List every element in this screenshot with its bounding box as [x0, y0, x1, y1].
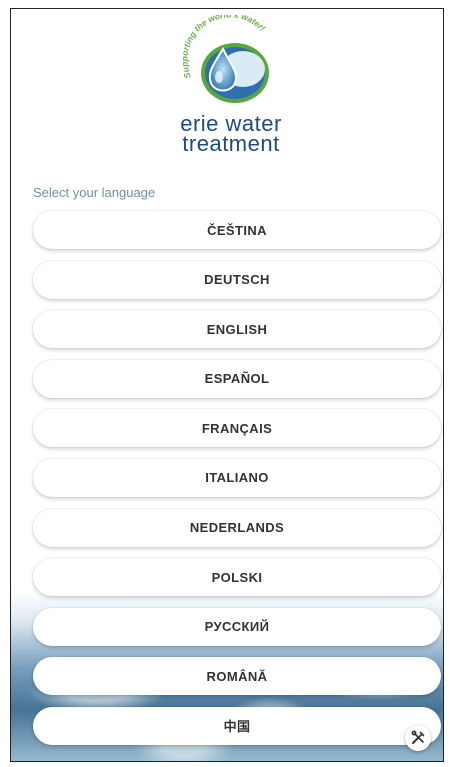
language-label: ČEŠTINA [207, 222, 267, 238]
language-label: ENGLISH [206, 321, 268, 337]
language-label: POLSKI [211, 569, 263, 585]
language-label: ROMÂNĂ [206, 668, 268, 684]
language-button-nederlands[interactable]: NEDERLANDS [33, 508, 441, 547]
tools-icon [411, 730, 425, 744]
language-label: DEUTSCH [204, 272, 270, 288]
tools-button[interactable] [405, 725, 431, 751]
language-button-romana[interactable]: ROMÂNĂ [33, 657, 441, 696]
language-label: 中国 [223, 719, 251, 735]
language-button-polski[interactable]: POLSKI [33, 558, 441, 597]
language-button-francais[interactable]: FRANÇAIS [33, 409, 441, 448]
language-label: NEDERLANDS [189, 520, 285, 536]
language-button-english[interactable]: ENGLISH [33, 310, 441, 349]
language-list: ČEŠTINA DEUTSCH ENGLISH ESPAÑOL FRANÇAIS… [33, 211, 441, 757]
language-button-deutsch[interactable]: DEUTSCH [33, 260, 441, 299]
language-label: РУССКИЙ [204, 619, 270, 635]
brand-name-line2: treatment [182, 131, 280, 156]
language-button-russkiy[interactable]: РУССКИЙ [33, 607, 441, 646]
language-label: ITALIANO [205, 470, 269, 486]
water-drop-logo-icon: Supporting the world's water! [179, 9, 269, 103]
language-prompt: Select your language [33, 185, 156, 200]
language-button-chinese[interactable]: 中国 [33, 706, 441, 745]
app-screen: Supporting the world's water! erie water… [10, 8, 444, 762]
language-button-espanol[interactable]: ESPAÑOL [33, 359, 441, 398]
language-label: FRANÇAIS [201, 420, 273, 436]
language-button-cestina[interactable]: ČEŠTINA [33, 211, 441, 249]
brand-logo: Supporting the world's water! erie water… [161, 9, 301, 154]
language-button-italiano[interactable]: ITALIANO [33, 458, 441, 497]
language-label: ESPAÑOL [204, 371, 270, 387]
